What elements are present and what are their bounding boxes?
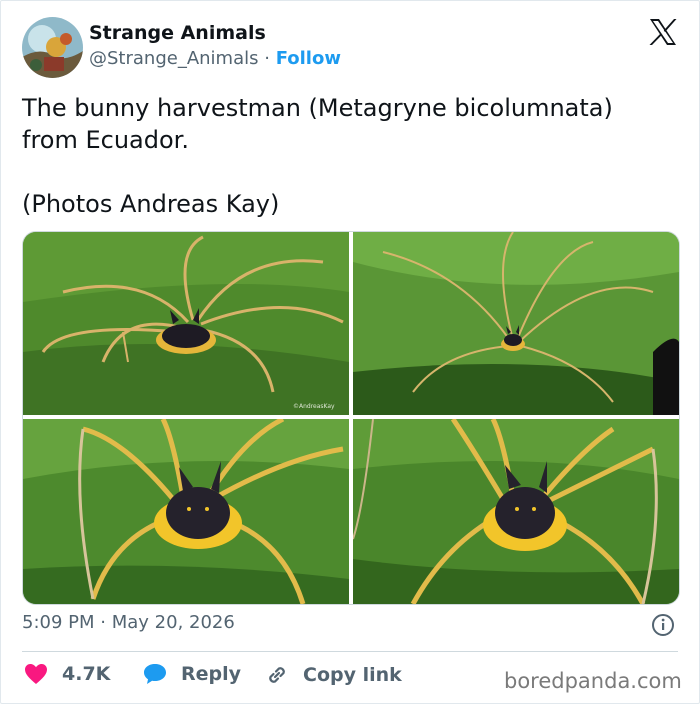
- tweet-time: 5:09 PM: [22, 612, 95, 633]
- tweet-text-line-1: The bunny harvestman (Metagryne bicolumn…: [22, 94, 613, 122]
- divider: [22, 651, 678, 652]
- author-handle[interactable]: @Strange_Animals: [89, 48, 259, 69]
- follow-button[interactable]: Follow: [276, 48, 341, 69]
- tweet-date: May 20, 2026: [111, 612, 235, 633]
- photo-1[interactable]: ©AndreasKay: [23, 232, 349, 415]
- avatar[interactable]: [22, 17, 83, 78]
- tweet-text: The bunny harvestman (Metagryne bicolumn…: [22, 92, 682, 220]
- photo-2[interactable]: [353, 232, 679, 415]
- heart-icon: [25, 664, 47, 684]
- author-name[interactable]: Strange Animals: [89, 22, 266, 44]
- timestamp-separator: ·: [100, 612, 106, 633]
- x-logo-icon[interactable]: [648, 17, 678, 47]
- author-handle-row: @Strange_Animals · Follow: [89, 48, 341, 69]
- avatar-image: [22, 17, 83, 78]
- info-icon[interactable]: [650, 612, 676, 638]
- copy-link-button[interactable]: Copy link: [265, 663, 402, 687]
- like-count: 4.7K: [62, 663, 111, 685]
- photo-3[interactable]: [23, 419, 349, 604]
- tweet-timestamp[interactable]: 5:09 PM · May 20, 2026: [22, 612, 235, 633]
- tweet-text-line-2: from Ecuador.: [22, 126, 189, 154]
- copy-link-label: Copy link: [303, 664, 402, 686]
- handle-separator: ·: [264, 48, 270, 69]
- speech-bubble-icon: [144, 664, 166, 684]
- tweet-text-line-3: (Photos Andreas Kay): [22, 190, 280, 218]
- like-button[interactable]: 4.7K: [24, 663, 110, 685]
- watermark: boredpanda.com: [504, 669, 682, 693]
- link-icon: [269, 667, 285, 683]
- media-grid: ©AndreasKay: [22, 231, 680, 605]
- reply-button[interactable]: Reply: [143, 663, 241, 685]
- reply-label: Reply: [181, 663, 242, 685]
- photo-4[interactable]: [353, 419, 679, 604]
- photo-credit: ©AndreasKay: [293, 403, 335, 410]
